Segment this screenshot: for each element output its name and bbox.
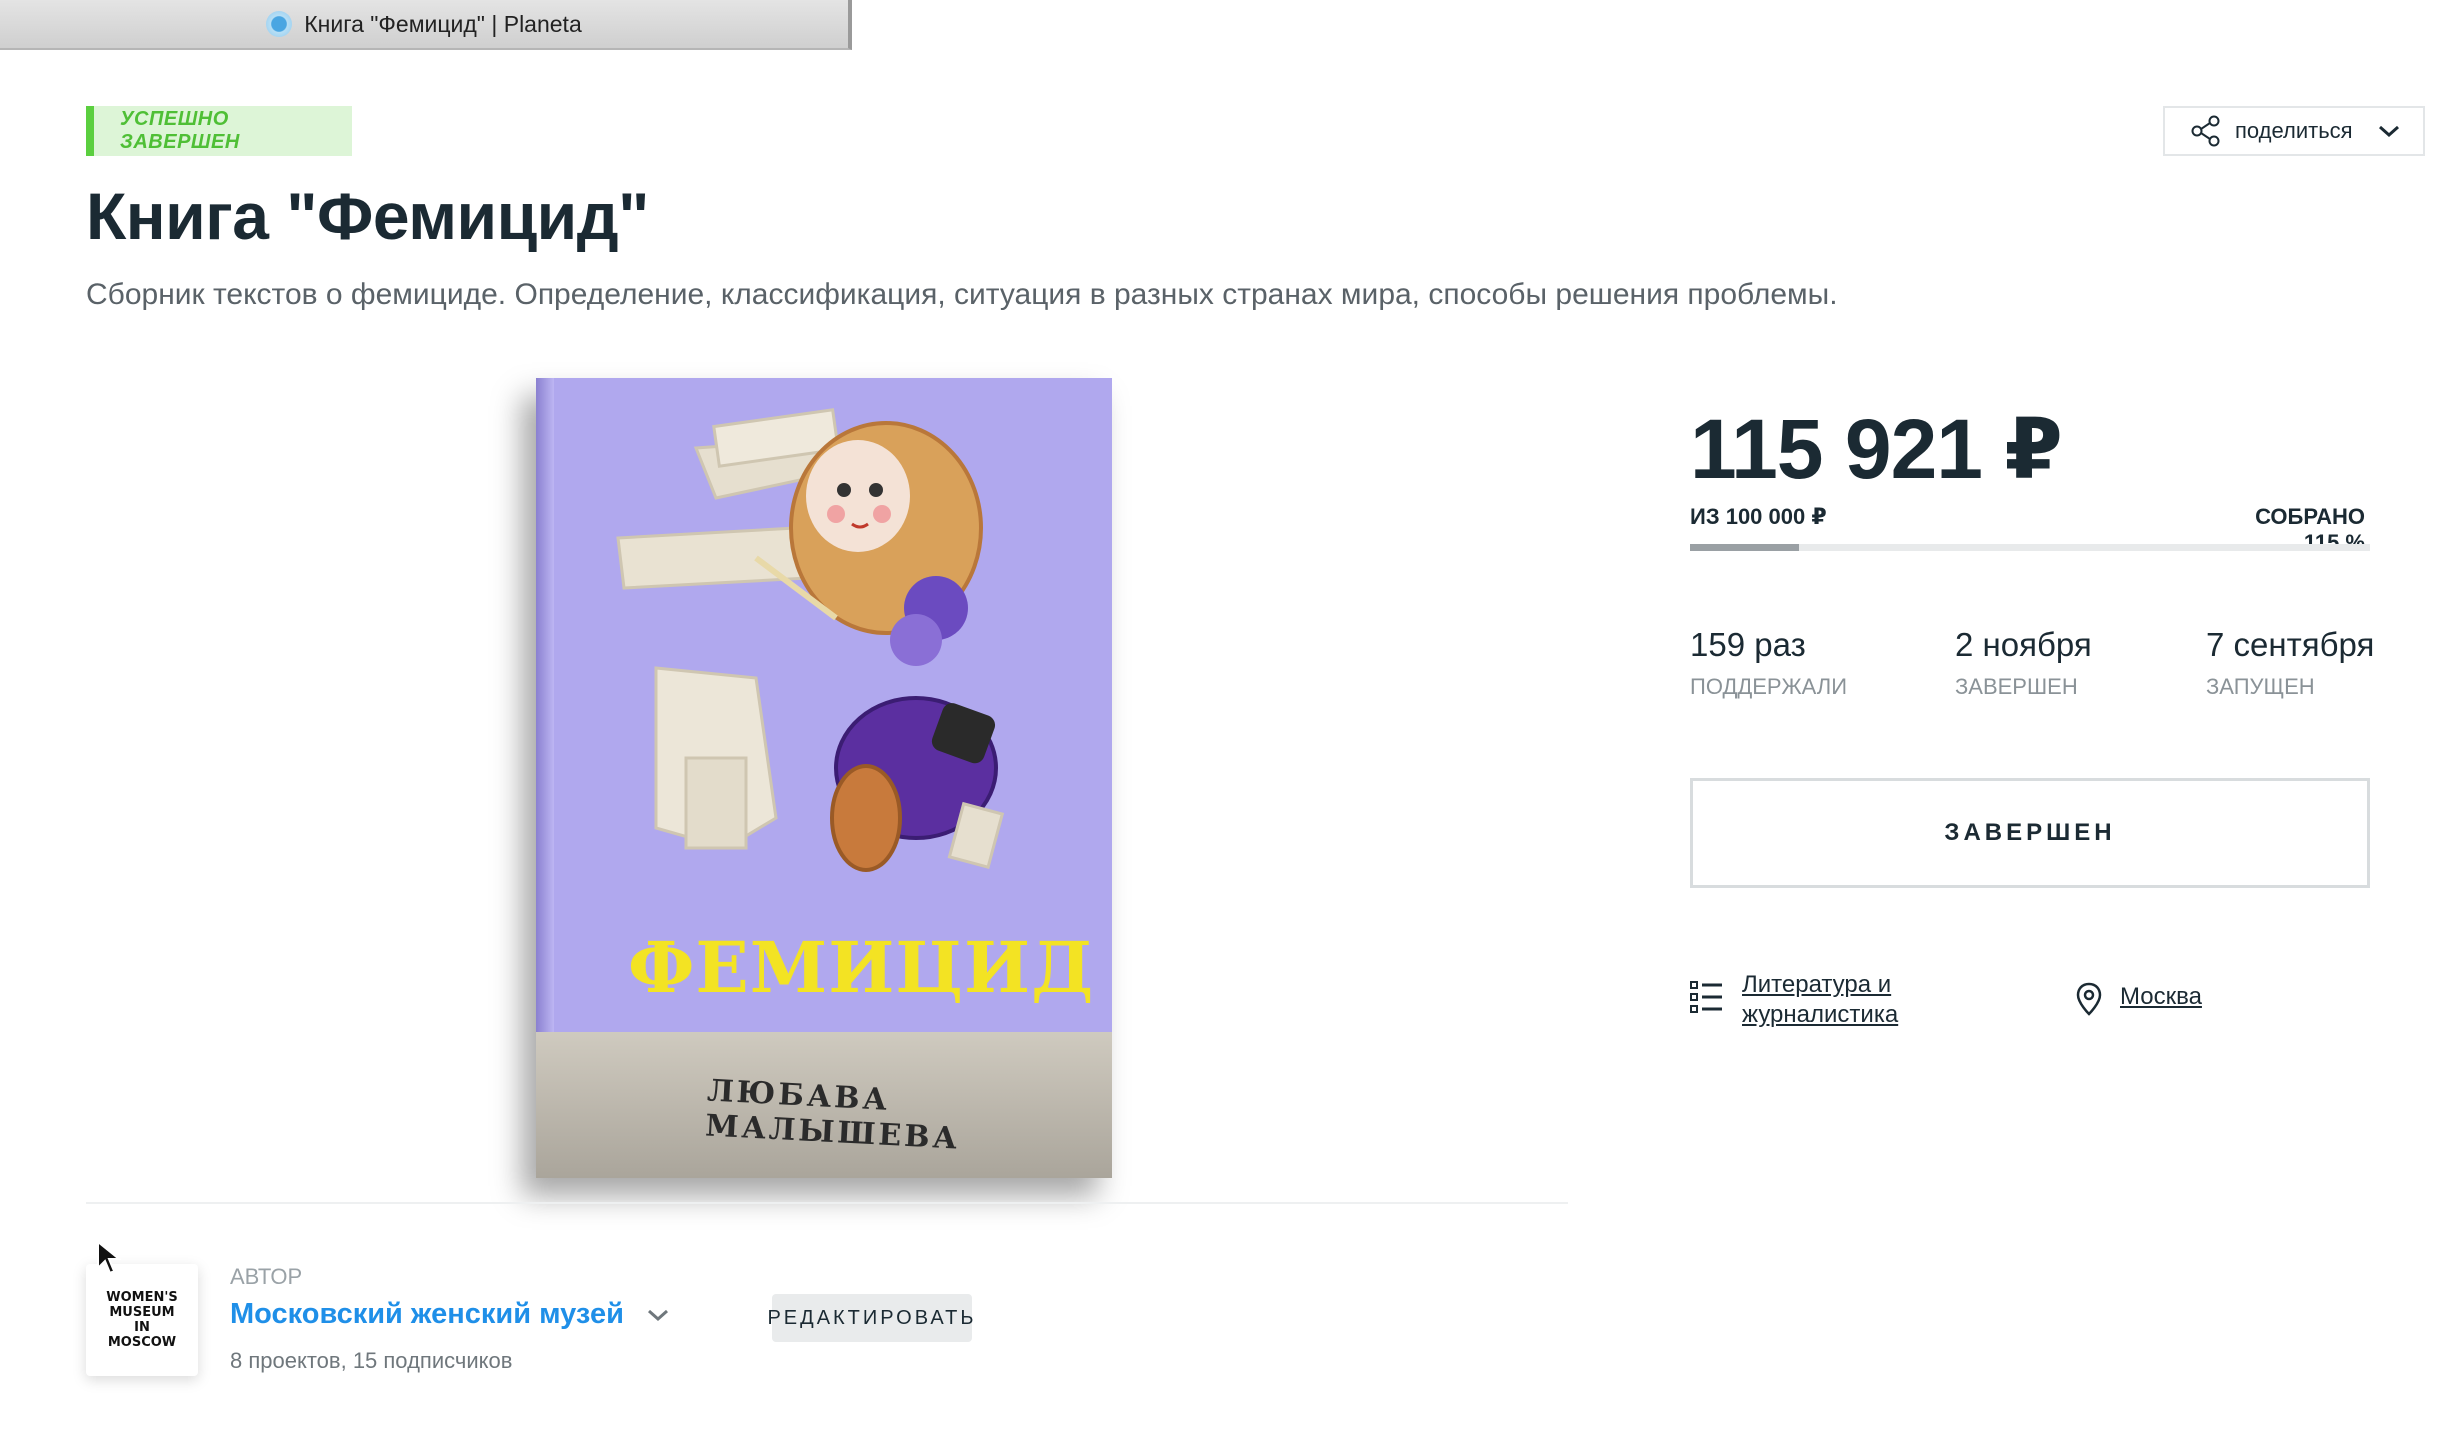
stat-backers: 159 раз ПОДДЕРЖАЛИ <box>1690 626 1847 700</box>
progress-bar <box>1690 544 2370 551</box>
category-link-line1[interactable]: Литература и <box>1742 971 1891 998</box>
browser-tab[interactable]: Книга "Фемицид" | Planeta <box>0 0 852 50</box>
funding-goal: ИЗ 100 000 ₽ <box>1690 504 1827 529</box>
site-favicon-icon <box>266 11 293 37</box>
stat-value: 159 раз <box>1690 626 1806 663</box>
share-label: поделиться <box>2235 118 2353 143</box>
progress-fill <box>1690 544 1799 551</box>
share-button[interactable]: поделиться <box>2163 106 2425 156</box>
stat-value: 7 сентября <box>2206 626 2375 663</box>
edit-button[interactable]: РЕДАКТИРОВАТЬ <box>767 1294 974 1342</box>
project-title: Книга "Фемицид" <box>86 179 649 253</box>
location-link[interactable]: Москва <box>2120 982 2202 1012</box>
raised-amount: 115 921 ₽ <box>1690 402 2063 496</box>
section-divider <box>86 1202 1568 1204</box>
book-cover-title: ФЕМИЦИД <box>628 926 1095 1009</box>
finished-button[interactable]: ЗАВЕРШЕН <box>1690 778 2370 888</box>
stat-finished: 2 ноября ЗАВЕРШЕН <box>1955 626 2092 700</box>
status-badge: УСПЕШНО ЗАВЕРШЕН <box>86 106 352 156</box>
page: Книга "Фемицид" | Planeta УСПЕШНО ЗАВЕРШ… <box>0 0 2454 1431</box>
stat-label: ЗАПУЩЕН <box>2206 674 2315 699</box>
project-description: Сборник текстов о фемициде. Определение,… <box>86 278 1838 311</box>
mouse-cursor-icon <box>97 1240 122 1275</box>
matryoshka-illustration <box>616 408 1005 872</box>
author-avatar[interactable]: WOMEN'S MUSEUM IN MOSCOW <box>86 1264 198 1376</box>
location-link-row: Москва <box>2076 982 2202 1016</box>
stat-label: ЗАВЕРШЕН <box>1955 674 2078 699</box>
share-icon <box>2191 115 2220 147</box>
browser-tab-title: Книга "Фемицид" | Planeta <box>304 10 582 37</box>
author-caption: АВТОР <box>230 1264 303 1289</box>
category-link-row: Литература и журналистика <box>1690 970 1898 1030</box>
avatar-text-line: MOSCOW <box>107 1335 177 1350</box>
chevron-down-icon <box>2378 125 2399 138</box>
author-name-link[interactable]: Московский женский музей <box>230 1298 624 1331</box>
stat-value: 2 ноября <box>1955 626 2092 663</box>
category-link-line2[interactable]: журналистика <box>1742 1001 1898 1028</box>
avatar-text-line: MUSEUM <box>109 1305 175 1320</box>
avatar-text-line: IN <box>134 1320 150 1335</box>
author-meta: 8 проектов, 15 подписчиков <box>230 1348 513 1373</box>
list-icon <box>1690 981 1722 1013</box>
author-name-row: Московский женский музей <box>230 1298 670 1331</box>
stat-launched: 7 сентября ЗАПУЩЕН <box>2206 626 2374 700</box>
stat-label: ПОДДЕРЖАЛИ <box>1690 674 1848 699</box>
book-cover: ФЕМИЦИД ЛЮБАВА МАЛЫШЕВА <box>536 378 1112 1178</box>
avatar-text-line: WOMEN'S <box>106 1290 178 1305</box>
location-pin-icon <box>2076 982 2102 1016</box>
project-cover-image: ФЕМИЦИД ЛЮБАВА МАЛЫШЕВА <box>536 378 1112 1178</box>
chevron-down-icon[interactable] <box>646 1307 670 1323</box>
